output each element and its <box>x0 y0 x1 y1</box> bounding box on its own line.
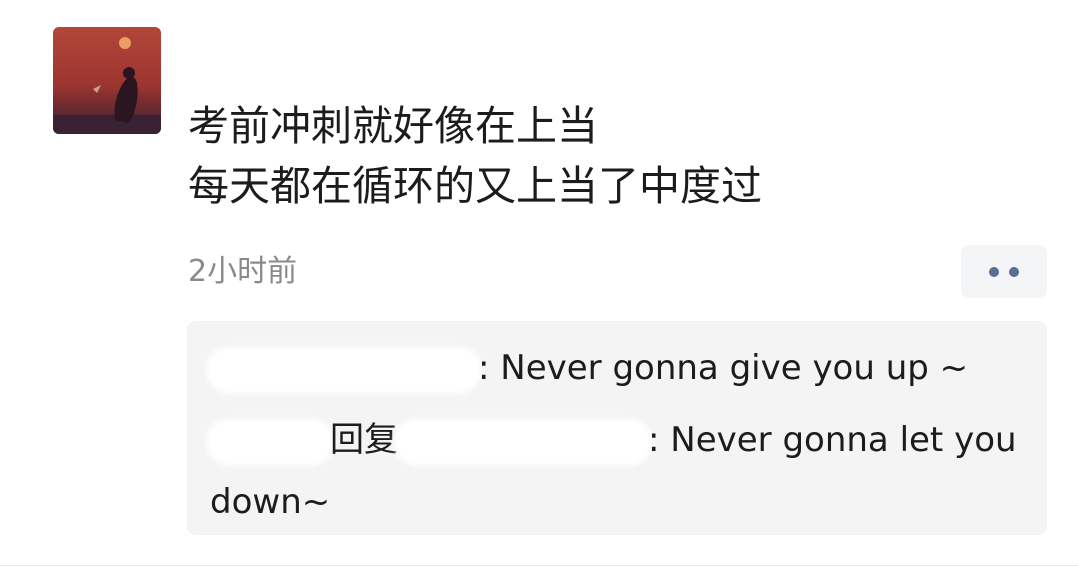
redacted-name <box>210 349 478 390</box>
comment-text: : Never gonna give you up ~ <box>478 348 969 388</box>
comments-panel: : Never gonna give you up ~ 回复: Never go… <box>187 321 1047 535</box>
divider <box>0 565 1078 566</box>
post-text: 考前冲刺就好像在上当 每天都在循环的又上当了中度过 <box>188 96 762 216</box>
post-text-line: 每天都在循环的又上当了中度过 <box>188 162 762 210</box>
comment-item[interactable]: : Never gonna give you up ~ <box>210 337 1040 399</box>
redacted-name <box>210 421 330 462</box>
comment-item[interactable]: 回复: Never gonna let you down~ <box>210 409 1040 533</box>
post-text-line: 考前冲刺就好像在上当 <box>188 102 598 150</box>
reply-label: 回复 <box>330 420 398 460</box>
redacted-name <box>398 421 648 462</box>
more-dots-icon <box>1009 266 1019 277</box>
more-button[interactable] <box>961 245 1047 298</box>
timestamp: 2小时前 <box>188 254 298 289</box>
avatar[interactable] <box>53 27 161 134</box>
more-dots-icon <box>989 266 999 277</box>
